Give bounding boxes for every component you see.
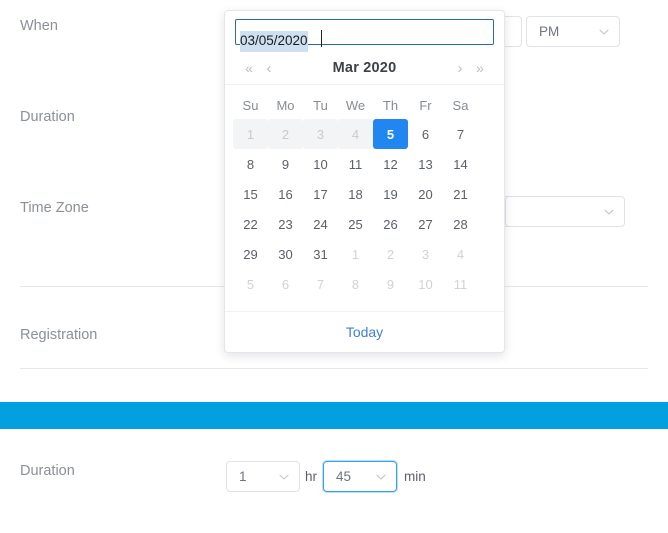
text-cursor: [321, 30, 322, 47]
duration-minutes-unit: min: [404, 469, 426, 484]
day-cell[interactable]: 31: [303, 239, 338, 269]
day-cell[interactable]: 6: [268, 269, 303, 299]
day-cell[interactable]: 13: [408, 149, 443, 179]
today-button[interactable]: Today: [346, 324, 383, 340]
label-time-zone: Time Zone: [20, 200, 89, 216]
date-input[interactable]: [235, 19, 494, 45]
day-cell[interactable]: 7: [443, 119, 478, 149]
datepicker-grid: Su Mo Tu We Th Fr Sa 1 2 3 4 5 6 7 8 9 10 11 12 13 14 15 16 17…: [225, 85, 504, 303]
day-cell[interactable]: 16: [268, 179, 303, 209]
day-cell[interactable]: 20: [408, 179, 443, 209]
day-cell[interactable]: 12: [373, 149, 408, 179]
weekday-sa: Sa: [452, 97, 469, 113]
day-cell[interactable]: 8: [338, 269, 373, 299]
day-cell[interactable]: 22: [233, 209, 268, 239]
label-duration: Duration: [20, 109, 75, 125]
day-cell[interactable]: 11: [443, 269, 478, 299]
datepicker-popup: 03/05/2020 « ‹ Mar 2020 › » Su Mo Tu We Th Fr…: [224, 10, 505, 353]
datepicker-footer: Today: [225, 311, 504, 352]
day-cell[interactable]: 4: [443, 239, 478, 269]
weekday-tu: Tu: [313, 97, 328, 113]
weekday-we: We: [345, 97, 366, 113]
prev-month-icon[interactable]: ‹: [259, 58, 279, 78]
day-cell[interactable]: 3: [408, 239, 443, 269]
datepicker-header: « ‹ Mar 2020 › »: [225, 52, 504, 85]
day-cell-selected[interactable]: 5: [373, 119, 408, 149]
duration-minutes-select[interactable]: 45: [323, 461, 397, 492]
blue-banner: [0, 402, 668, 429]
day-cell: 3: [303, 119, 338, 149]
ampm-select[interactable]: PM: [526, 16, 620, 47]
week-row: 22 23 24 25 26 27 28: [233, 209, 496, 239]
weekday-th: Th: [382, 97, 399, 113]
day-cell[interactable]: 25: [338, 209, 373, 239]
chevron-down-icon: [374, 470, 388, 484]
next-month-icon[interactable]: ›: [450, 58, 470, 78]
day-cell[interactable]: 28: [443, 209, 478, 239]
prev-year-icon[interactable]: «: [239, 58, 259, 78]
day-cell[interactable]: 18: [338, 179, 373, 209]
day-cell[interactable]: 11: [338, 149, 373, 179]
day-cell[interactable]: 5: [233, 269, 268, 299]
weekday-header-row: Su Mo Tu We Th Fr Sa: [233, 91, 496, 119]
day-cell[interactable]: 24: [303, 209, 338, 239]
duration-minutes-value: 45: [336, 469, 352, 484]
day-cell[interactable]: 23: [268, 209, 303, 239]
week-row: 5 6 7 8 9 10 11: [233, 269, 496, 299]
day-cell[interactable]: 17: [303, 179, 338, 209]
day-cell[interactable]: 7: [303, 269, 338, 299]
week-row: 1234567: [233, 119, 496, 149]
timezone-select[interactable]: [505, 196, 625, 227]
day-cell[interactable]: 9: [373, 269, 408, 299]
week-row: 29 30 31 1 2 3 4: [233, 239, 496, 269]
ampm-select-value: PM: [539, 24, 560, 39]
duration-hours-value: 1: [239, 469, 247, 484]
duration-hours-unit: hr: [305, 469, 318, 484]
day-cell[interactable]: 10: [303, 149, 338, 179]
day-cell[interactable]: 27: [408, 209, 443, 239]
day-cell[interactable]: 26: [373, 209, 408, 239]
day-cell[interactable]: 14: [443, 149, 478, 179]
week-row: 15 16 17 18 19 20 21: [233, 179, 496, 209]
day-cell[interactable]: 9: [268, 149, 303, 179]
label-duration-bottom: Duration: [20, 463, 75, 479]
label-when: When: [20, 18, 58, 34]
day-cell[interactable]: 1: [338, 239, 373, 269]
chevron-down-icon: [277, 470, 291, 484]
day-cell[interactable]: 30: [268, 239, 303, 269]
weekday-fr: Fr: [419, 97, 432, 113]
day-cell[interactable]: 29: [233, 239, 268, 269]
day-cell[interactable]: 8: [233, 149, 268, 179]
chevron-down-icon: [597, 25, 611, 39]
next-year-icon[interactable]: »: [470, 58, 490, 78]
duration-hours-select[interactable]: 1: [226, 461, 300, 492]
week-row: 8 9 10 11 12 13 14: [233, 149, 496, 179]
divider-below-registration: [20, 368, 648, 369]
day-cell: 2: [268, 119, 303, 149]
day-cell[interactable]: 19: [373, 179, 408, 209]
page-root: When Duration Time Zone Registration Dur…: [0, 0, 668, 533]
label-registration: Registration: [20, 327, 98, 343]
day-cell[interactable]: 2: [373, 239, 408, 269]
day-cell[interactable]: 21: [443, 179, 478, 209]
datepicker-input-wrap: [225, 11, 504, 52]
day-rows-host: 1 2 3 4 5 6 7 8 9 10 11 12 13 14 15 16 17 18 19 20 21 22 23 24 2…: [233, 119, 496, 299]
day-cell[interactable]: 6: [408, 119, 443, 149]
datepicker-title[interactable]: Mar 2020: [279, 60, 450, 76]
day-cell[interactable]: 10: [408, 269, 443, 299]
day-cell: 4: [338, 119, 373, 149]
chevron-down-icon: [602, 205, 616, 219]
weekday-su: Su: [242, 97, 259, 113]
day-cell[interactable]: 15: [233, 179, 268, 209]
day-cell: 1: [233, 119, 268, 149]
weekday-mo: Mo: [276, 97, 295, 113]
